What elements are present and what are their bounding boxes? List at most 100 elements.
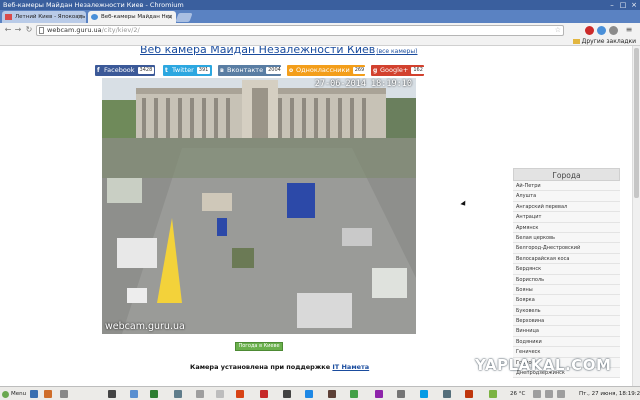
cities-title: Города <box>513 168 620 181</box>
extension-icon[interactable] <box>597 26 606 35</box>
webcam-favicon-icon <box>91 14 98 20</box>
terminal-icon[interactable] <box>60 390 68 398</box>
bookmark-star-icon[interactable]: ☆ <box>555 26 561 35</box>
minimize-icon[interactable]: – <box>607 0 617 10</box>
app-icon[interactable] <box>350 390 358 398</box>
back-icon[interactable]: ← <box>3 25 13 35</box>
tab-webcam[interactable]: Веб-камеры Майдан Нез × <box>88 11 176 23</box>
app-icon[interactable] <box>443 390 451 398</box>
keyboard-icon[interactable] <box>557 390 565 398</box>
tab-label: Веб-камеры Майдан Нез <box>101 14 172 20</box>
app-icon[interactable] <box>489 390 497 398</box>
close-window-icon[interactable]: × <box>629 0 639 10</box>
app-icon[interactable] <box>174 390 182 398</box>
tab-strip: Летний Киев - Япокоаль × Веб-камеры Майд… <box>0 10 640 23</box>
clock[interactable]: Пт., 27 июня, 18:19:29 <box>579 389 640 399</box>
city-link[interactable]: Бердянск <box>513 264 620 275</box>
city-link[interactable]: Армянск <box>513 222 620 233</box>
share-googleplus-button[interactable]: g Google+ 162 <box>371 65 425 76</box>
tab-yaplakal[interactable]: Летний Киев - Япокоаль × <box>2 11 86 23</box>
forward-icon[interactable]: → <box>13 25 23 35</box>
city-link[interactable]: Ангарский перевал <box>513 201 620 213</box>
city-link[interactable]: Антрацит <box>513 212 620 223</box>
menu-icon[interactable]: ≡ <box>624 25 634 35</box>
maximize-icon[interactable]: □ <box>618 0 628 10</box>
app-icon[interactable] <box>130 390 138 398</box>
webcam-scene <box>102 78 416 334</box>
app-icon[interactable] <box>196 390 204 398</box>
app-icon[interactable] <box>108 390 116 398</box>
close-tab-icon[interactable]: × <box>77 11 83 23</box>
city-link[interactable]: Алушта <box>513 191 620 202</box>
close-tab-icon[interactable]: × <box>167 11 173 23</box>
odnoklassniki-icon: о <box>289 67 294 74</box>
twitter-icon: t <box>165 67 168 74</box>
address-bar[interactable]: webcam.guru.ua/city/kiev/2/ ☆ <box>36 25 564 36</box>
app-icon[interactable] <box>465 390 473 398</box>
city-link[interactable]: Белая церковь <box>513 232 620 244</box>
menu-label: Menu <box>11 391 27 397</box>
facebook-icon: f <box>97 67 100 74</box>
share-count: 162 <box>411 67 425 74</box>
volume-icon[interactable] <box>545 390 553 398</box>
share-vkontakte-button[interactable]: в Вконтакте 2004 <box>218 65 283 76</box>
city-link[interactable]: Боярка <box>513 295 620 306</box>
share-label: Вконтакте <box>227 66 264 74</box>
app-icon[interactable] <box>283 390 291 398</box>
city-link[interactable]: Буковель <box>513 305 620 317</box>
start-menu-button[interactable]: Menu <box>2 389 26 399</box>
city-link[interactable]: Белгород-Днестровский <box>513 243 620 254</box>
vkontakte-icon: в <box>220 67 224 74</box>
mouse-cursor-icon <box>460 200 468 208</box>
camera-watermark: webcam.guru.ua <box>105 321 185 332</box>
yaplakal-favicon-icon <box>5 14 12 20</box>
extension-icon[interactable] <box>609 26 618 35</box>
url-path: /city/kiev/2/ <box>101 26 140 34</box>
support-text: Камера установлена при поддержке <box>190 363 333 371</box>
camera-timestamp: 27-06-2014 18:19:10 <box>314 79 412 89</box>
share-count: 269 <box>352 67 367 74</box>
city-link[interactable]: Бояны <box>513 284 620 296</box>
network-icon[interactable] <box>533 390 541 398</box>
cities-list: Города Ай-Петри Алушта Ангарский перевал… <box>513 168 620 379</box>
share-odnoklassniki-button[interactable]: о Одноклассники 269 <box>287 65 367 76</box>
support-note: Камера установлена при поддержке IT Наме… <box>190 363 369 371</box>
other-bookmarks-button[interactable]: Другие закладки <box>572 37 636 46</box>
app-icon[interactable] <box>305 390 313 398</box>
city-link[interactable]: Борисполь <box>513 274 620 285</box>
url-host: webcam.guru.ua <box>47 26 102 34</box>
share-facebook-button[interactable]: f Facebook 3428 <box>95 65 155 76</box>
app-icon[interactable] <box>260 390 268 398</box>
app-icon[interactable] <box>397 390 405 398</box>
city-link[interactable]: Верховина <box>513 316 620 327</box>
weather-temperature[interactable]: 26 °C <box>510 389 525 399</box>
desktop-icon[interactable] <box>30 390 38 398</box>
app-icon[interactable] <box>236 390 244 398</box>
scrollbar-thumb[interactable] <box>634 48 639 198</box>
firefox-icon[interactable] <box>44 390 52 398</box>
page-heading[interactable]: Веб камера Майдан Незалежности Киев(все … <box>140 46 417 56</box>
app-icon[interactable] <box>420 390 428 398</box>
page-scrollbar[interactable] <box>632 46 640 386</box>
window-title: Веб-камеры Майдан Незалежности Киев - Ch… <box>3 1 184 9</box>
adblock-extension-icon[interactable] <box>585 26 594 35</box>
it-nameta-link[interactable]: IT Намета <box>332 363 369 371</box>
share-label: Facebook <box>104 66 135 74</box>
weather-kiev-button[interactable]: Погода в Киеве <box>235 342 283 351</box>
googleplus-icon: g <box>373 67 378 74</box>
webcam-image[interactable]: 27-06-2014 18:19:10 webcam.guru.ua <box>102 78 416 334</box>
city-link[interactable]: Ай-Петри <box>513 181 620 192</box>
app-icon[interactable] <box>375 390 383 398</box>
city-link[interactable]: Водяники <box>513 336 620 348</box>
city-link[interactable]: Винница <box>513 326 620 337</box>
app-icon[interactable] <box>216 390 224 398</box>
share-label: Одноклассники <box>296 66 350 74</box>
city-link[interactable]: Велосарайская коса <box>513 253 620 265</box>
app-icon[interactable] <box>150 390 158 398</box>
share-count: 2004 <box>266 67 283 74</box>
new-tab-button[interactable] <box>175 13 193 22</box>
share-twitter-button[interactable]: t Twitter 391 <box>163 65 212 76</box>
all-cameras-link[interactable]: (все камеры) <box>376 48 417 55</box>
reload-icon[interactable]: ↻ <box>24 25 34 35</box>
app-icon[interactable] <box>328 390 336 398</box>
